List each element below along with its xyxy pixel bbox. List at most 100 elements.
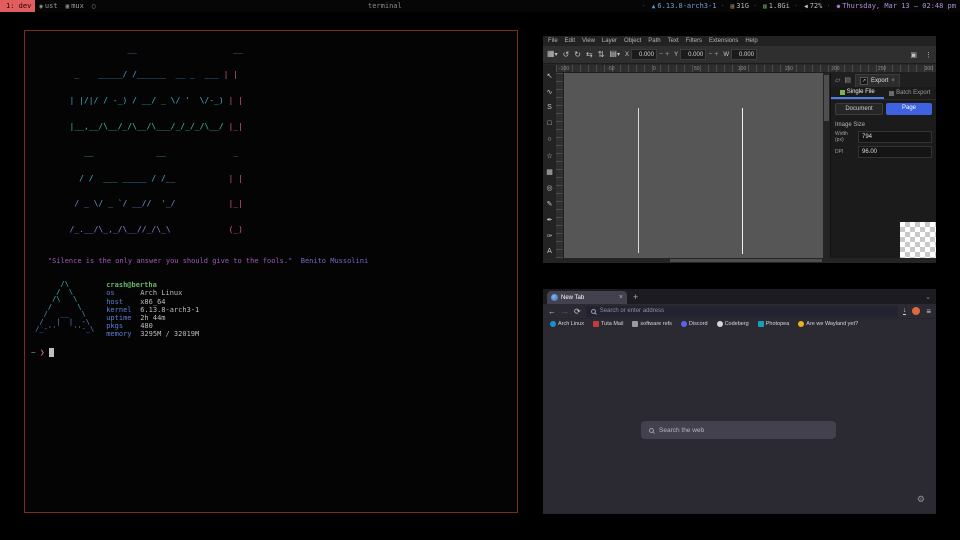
bookmark-item[interactable]: Arch Linux <box>550 321 584 327</box>
new-tab-button[interactable]: + <box>633 292 638 302</box>
tool-icon[interactable]: ∿ <box>544 84 556 99</box>
bookmark-item[interactable]: Are we Wayland yet? <box>798 321 858 327</box>
menu-item[interactable]: Path <box>648 38 660 44</box>
canvas-horizontal-scrollbar[interactable] <box>556 258 936 263</box>
canvas-vertical-scrollbar[interactable] <box>823 73 830 258</box>
tab-new-tab[interactable]: New Tab × <box>547 291 627 304</box>
back-button[interactable]: ← <box>548 307 556 316</box>
scrollbar-thumb[interactable] <box>824 75 829 121</box>
terminal-window[interactable]: __ __ _ _____/ /______ __ _ ___ | | | |/… <box>24 30 518 513</box>
web-search-input[interactable]: Search the web <box>641 421 836 439</box>
fetch-row: host x86_64 <box>106 298 199 306</box>
drawn-vertical-line[interactable] <box>638 108 639 253</box>
export-tab-label: Export <box>871 78 888 84</box>
tab-title: New Tab <box>561 295 616 301</box>
workspace-button[interactable]: ▢ <box>88 0 102 12</box>
x-minus-button[interactable]: − <box>659 51 663 58</box>
x-plus-button[interactable]: + <box>665 51 669 58</box>
url-bar[interactable]: Search or enter address <box>586 306 898 317</box>
banner-text: / / ___ _____ / /__ <box>70 174 224 183</box>
bookmark-item[interactable]: Discord <box>681 321 708 327</box>
bookmark-item[interactable]: Codeberg <box>717 321 749 327</box>
close-panel-icon[interactable]: × <box>891 78 895 84</box>
bookmark-item[interactable]: Tuta Mail <box>593 321 623 327</box>
flip-vertical-icon[interactable]: ⇅ <box>598 51 605 59</box>
menu-item[interactable]: Layer <box>602 38 617 44</box>
tool-icon[interactable]: □ <box>544 116 556 131</box>
snap-toggle-icon[interactable]: ▣ <box>910 51 917 59</box>
workspace-button[interactable]: ▣ mux <box>62 0 88 12</box>
bookmark-item[interactable]: Photopea <box>758 321 790 327</box>
y-coordinate-spinner: Y 0.000 − + <box>674 49 718 60</box>
bookmark-label: Discord <box>689 321 708 327</box>
menu-item[interactable]: Filters <box>686 38 702 44</box>
y-plus-button[interactable]: + <box>714 51 718 58</box>
account-avatar-icon[interactable] <box>912 307 920 315</box>
export-dpi-input[interactable]: 96.00 <box>858 146 932 158</box>
rotate-cw-icon[interactable]: ↻ <box>574 51 581 59</box>
scrollbar-thumb[interactable] <box>670 259 822 262</box>
w-input[interactable]: 0.000 <box>731 49 757 60</box>
inkscape-canvas[interactable] <box>564 73 823 258</box>
align-dropdown-icon[interactable]: ▤▾ <box>609 50 620 59</box>
y-label: Y <box>674 52 678 58</box>
forward-button[interactable]: → <box>561 307 569 316</box>
bookmark-item[interactable]: software refs <box>632 321 671 327</box>
menu-item[interactable]: View <box>582 38 595 44</box>
menu-item[interactable]: Help <box>745 38 757 44</box>
rotate-ccw-icon[interactable]: ↺ <box>563 51 570 59</box>
toolbar-overflow-icon[interactable]: ⋮ <box>925 51 932 59</box>
menu-item[interactable]: Extensions <box>709 38 738 44</box>
fetch-value: 480 <box>140 322 153 330</box>
downloads-icon[interactable]: ↓ <box>903 307 907 315</box>
tool-icon[interactable]: S <box>544 100 556 115</box>
status-segment: ● Thursday, Mar 13 — 02:48 pm <box>822 2 956 10</box>
tool-icon[interactable]: ↖ <box>544 68 556 83</box>
export-page-button[interactable]: Page <box>886 103 932 115</box>
export-document-button[interactable]: Document <box>835 103 883 115</box>
tab-close-icon[interactable]: × <box>619 294 623 301</box>
tool-icon[interactable]: ◎ <box>544 180 556 195</box>
drawn-vertical-line[interactable] <box>742 108 743 254</box>
menu-item[interactable]: Text <box>668 38 679 44</box>
x-input[interactable]: 0.000 <box>631 49 657 60</box>
tool-icon[interactable]: ✑ <box>544 228 556 243</box>
shell-prompt[interactable]: ~ ❯ <box>31 348 511 357</box>
flip-horizontal-icon[interactable]: ⇆ <box>586 51 593 59</box>
quote-line: "Silence is the only answer you should g… <box>31 249 511 273</box>
banner-text: __ <box>70 45 224 54</box>
y-minus-button[interactable]: − <box>708 51 712 58</box>
user-host: crash@bertha <box>106 281 199 289</box>
width-spinner: W 0.000 <box>723 49 757 60</box>
y-input[interactable]: 0.000 <box>680 49 706 60</box>
tab-single-file[interactable]: Single File <box>831 87 884 99</box>
banner-text: | |/|/ / -_) / __/ _ \/ ' \/-_) <box>70 96 224 105</box>
layers-panel-icon[interactable]: ▤ <box>844 76 851 84</box>
workspace-button[interactable]: ◉ ust <box>35 0 61 12</box>
ruler-tick-label: 250 <box>878 65 886 72</box>
app-menu-icon[interactable]: ≡ <box>926 307 931 316</box>
tool-icon[interactable]: ✒ <box>544 212 556 227</box>
menu-item[interactable]: File <box>548 38 558 44</box>
menu-item[interactable]: Edit <box>565 38 575 44</box>
tab-batch-export[interactable]: Batch Export <box>884 87 937 99</box>
menu-item[interactable]: Object <box>624 38 641 44</box>
list-all-tabs-icon[interactable]: ⌄ <box>925 293 931 301</box>
workspace-label: 1: dev <box>6 2 31 10</box>
tab-bar: New Tab × + ⌄ <box>543 289 936 304</box>
w-label: W <box>723 52 729 58</box>
select-mode-icon[interactable]: ▦▾ <box>547 50 558 59</box>
tool-icon[interactable]: A <box>544 244 556 259</box>
fetch-row: uptime 2h 44m <box>106 314 199 322</box>
export-panel-tab[interactable]: ↗ Export × <box>855 74 900 87</box>
tool-icon[interactable]: ☆ <box>544 148 556 163</box>
tool-icon[interactable]: ○ <box>544 132 556 147</box>
tool-icon[interactable]: ✎ <box>544 196 556 211</box>
tool-icon[interactable]: ▦ <box>544 164 556 179</box>
reload-button[interactable]: ⟳ <box>574 307 581 316</box>
workspace-button[interactable]: 1: dev <box>0 0 35 12</box>
export-width-input[interactable]: 794 <box>858 131 932 143</box>
objects-panel-icon[interactable]: ▱ <box>835 76 840 84</box>
personalize-gear-icon[interactable]: ⚙ <box>917 494 925 505</box>
workspace-label: ust <box>45 2 58 10</box>
